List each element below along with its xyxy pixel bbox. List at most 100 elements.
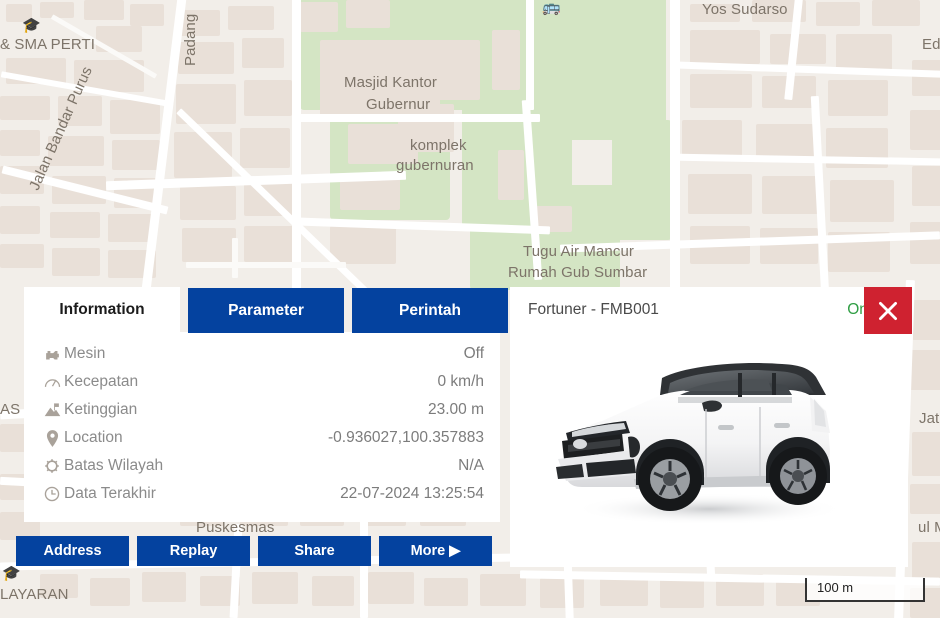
road-segment [292,0,301,290]
info-value-data-terakhir: 22-07-2024 13:25:54 [340,485,484,502]
map-label-rumah-gub-sumbar: Rumah Gub Sumbar [508,264,648,281]
building-block [492,30,520,90]
map-label-layaran: LAYARAN [0,586,69,603]
building-block [910,222,940,264]
building-block [690,30,760,64]
info-value-location: -0.936027,100.357883 [327,429,484,446]
building-block [690,74,752,108]
info-label-location: Location [64,429,123,446]
info-row-ketinggian: Ketinggian 23.00 m [40,396,484,424]
park-area [612,120,672,240]
info-row-data-terakhir: Data Terakhir 22-07-2024 13:25:54 [40,480,484,508]
building-block [300,2,338,32]
building-block [836,34,892,70]
vehicle-detail-card: Fortuner - FMB001 Online [510,287,908,567]
map-scale-label: 100 m [817,580,854,595]
clock-icon [40,486,64,502]
building-block [244,80,292,116]
info-row-kecepatan: Kecepatan 0 km/h [40,368,484,396]
building-block [110,100,160,134]
map-label-gubernuran: gubernuran [396,157,474,174]
map-label-as: AS [0,401,21,418]
tab-perintah[interactable]: Perintah [352,288,508,333]
building-block [830,180,894,222]
building-block [130,4,164,26]
building-block [142,572,186,602]
building-block [912,300,940,340]
info-value-ketinggian: 23.00 m [427,401,484,418]
action-button-bar: Address Replay Share More ▶ [16,536,492,566]
panel-tab-bar: Information Parameter Perintah [24,287,508,333]
road-segment [300,114,540,122]
map-scale-bar: 100 m [805,578,925,602]
building-block [480,574,526,606]
building-block [688,174,752,214]
vehicle-card-header: Fortuner - FMB001 Online [510,287,908,333]
bus-stop-icon: 🚌 [542,0,561,16]
info-label-batas-wilayah: Batas Wilayah [64,457,164,474]
vehicle-title: Fortuner - FMB001 [528,301,659,318]
building-block [240,128,290,168]
building-block [872,0,920,26]
map-label-yos-sudarso: Yos Sudarso [702,1,788,18]
replay-button[interactable]: Replay [137,536,250,566]
building-block [828,80,888,116]
building-block [84,0,124,20]
information-panel: Mesin Off Kecepatan 0 km/h Ketinggian 23… [24,332,500,522]
building-block [252,572,298,604]
building-block [910,484,940,514]
building-block [424,578,468,606]
info-value-mesin: Off [463,345,484,362]
building-block [368,572,414,604]
road-segment [671,153,940,166]
building-block [430,40,480,100]
speedometer-icon [40,375,64,389]
school-icon: 🎓 [2,565,21,582]
road-segment [186,262,346,268]
road-segment [526,0,534,110]
park-area [556,0,666,140]
tab-parameter[interactable]: Parameter [188,288,344,333]
vehicle-photo [510,333,908,567]
building-block [228,6,274,30]
building-block [912,60,940,96]
geofence-icon [40,458,64,474]
building-block [912,432,940,476]
map-label-masjid-kantor: Masjid Kantor [344,74,438,91]
map-pin-icon [40,429,64,447]
building-block [910,110,940,150]
tab-information[interactable]: Information [24,287,180,333]
map-label-komplek: komplek [410,137,467,154]
address-button[interactable]: Address [16,536,129,566]
map-app-root: 🎓 🎓 🚌 & SMA PERTI Padang Jalan Bandar Pu… [0,0,940,618]
map-label-jat: Jat [919,410,940,427]
road-segment [232,238,238,278]
close-button[interactable] [864,287,912,334]
building-block [244,226,296,262]
info-value-kecepatan: 0 km/h [437,373,484,390]
building-block [112,140,160,170]
building-block [0,206,40,234]
building-block [912,166,940,206]
share-button[interactable]: Share [258,536,371,566]
more-button[interactable]: More ▶ [379,536,492,566]
building-block [182,228,236,262]
school-icon: 🎓 [22,17,41,34]
info-value-batas-wilayah: N/A [458,457,484,474]
building-block [90,578,130,606]
building-block [912,542,940,582]
info-label-ketinggian: Ketinggian [64,401,138,418]
building-block [346,0,390,28]
map-label-gubernur: Gubernur [366,96,431,113]
building-block [816,2,860,26]
info-label-kecepatan: Kecepatan [64,373,139,390]
engine-icon [40,348,64,361]
building-block [660,578,704,608]
building-block [52,248,100,276]
building-block [0,96,50,120]
building-block [330,226,396,264]
building-block [312,576,354,606]
map-label-ul-m: ul M [918,519,940,536]
building-block [760,228,818,264]
map-label-sma-perti: & SMA PERTI [0,36,96,53]
